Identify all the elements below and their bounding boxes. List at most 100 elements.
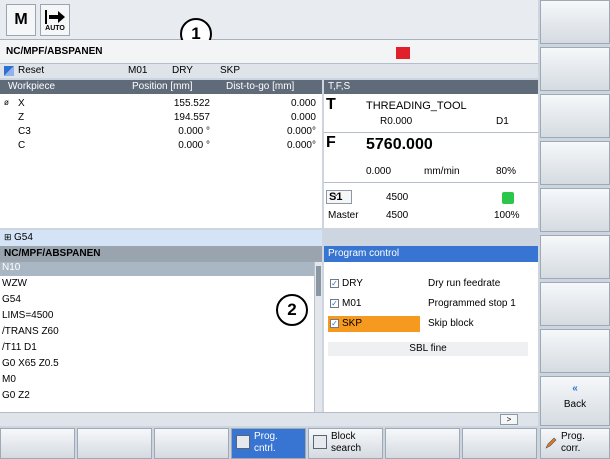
vertical-softkey-5[interactable] bbox=[540, 188, 610, 232]
axis-name: X bbox=[18, 98, 25, 109]
spindle-override: 100% bbox=[494, 210, 520, 221]
tool-label: T bbox=[326, 96, 336, 113]
machine-mode-icon[interactable]: M bbox=[6, 4, 36, 36]
prog-cntrl-label: Prog. cntrl. bbox=[254, 431, 278, 454]
axis-dist-to-go: 0.000 bbox=[290, 112, 316, 123]
option-name: DRY bbox=[342, 278, 363, 289]
program-path-bar: NC/MPF/ABSPANEN bbox=[0, 40, 538, 64]
softkey-h2[interactable] bbox=[77, 428, 152, 459]
program-line[interactable]: N10 bbox=[0, 262, 314, 276]
vertical-softkey-3[interactable] bbox=[540, 94, 610, 138]
status-dry: DRY bbox=[172, 65, 193, 76]
program-header: NC/MPF/ABSPANEN bbox=[0, 246, 322, 262]
feed-unit: mm/min bbox=[424, 166, 460, 177]
program-path-title: NC/MPF/ABSPANEN bbox=[4, 248, 101, 259]
auto-mode-icon[interactable]: AUTO bbox=[40, 4, 70, 36]
tfs-header: T,F,S bbox=[324, 80, 538, 94]
softkey-h6[interactable] bbox=[385, 428, 460, 459]
axis-name: C3 bbox=[18, 126, 31, 137]
top-bar: M AUTO bbox=[0, 0, 538, 40]
vertical-softkey-1[interactable] bbox=[540, 0, 610, 44]
scrollbar-thumb[interactable] bbox=[316, 266, 321, 296]
vertical-softkey-7[interactable] bbox=[540, 282, 610, 326]
program-scrollbar[interactable] bbox=[314, 262, 322, 412]
softkey-h1[interactable] bbox=[0, 428, 75, 459]
program-control-title: Program control bbox=[328, 248, 400, 259]
sbl-fine-field[interactable]: SBL fine bbox=[328, 342, 528, 356]
option-skp[interactable]: ✓ SKP Skip block bbox=[324, 316, 538, 332]
feed-value: 5760.000 bbox=[366, 136, 433, 153]
col-position: Position [mm] bbox=[132, 81, 193, 92]
auto-mode-label: AUTO bbox=[45, 24, 65, 32]
master-value: 4500 bbox=[386, 210, 409, 221]
axis-row[interactable]: ø X 155.522 0.000 bbox=[0, 98, 322, 110]
program-line[interactable]: G0 X65 Z0.5 bbox=[0, 358, 314, 372]
spindle-rotation-icon bbox=[502, 192, 514, 204]
program-control-header: Program control bbox=[324, 246, 538, 262]
axis-position: 155.522 bbox=[173, 98, 210, 109]
program-line[interactable]: WZW bbox=[0, 278, 314, 292]
program-control-panel: ✓ DRY Dry run feedrate ✓ M01 Programmed … bbox=[324, 262, 538, 412]
col-dist-to-go: Dist-to-go [mm] bbox=[226, 81, 295, 92]
hmi-frame: M AUTO 1 NC/MPF/ABSPANEN Reset M01 DRY S… bbox=[0, 0, 610, 459]
alarm-indicator-icon[interactable] bbox=[396, 47, 410, 59]
axis-row[interactable]: C3 0.000 ° 0.000° bbox=[0, 126, 322, 138]
checkbox-skp[interactable]: ✓ bbox=[330, 319, 339, 328]
workpiece-header: Workpiece Position [mm] Dist-to-go [mm] bbox=[0, 80, 322, 94]
program-line[interactable]: /T11 D1 bbox=[0, 342, 314, 356]
vertical-softkey-6[interactable] bbox=[540, 235, 610, 279]
status-reset: Reset bbox=[18, 65, 45, 76]
divider bbox=[324, 132, 538, 133]
tool-d: D1 bbox=[496, 116, 509, 127]
back-label: Back bbox=[563, 399, 587, 410]
checkbox-dry[interactable]: ✓ bbox=[330, 279, 339, 288]
col-workpiece: Workpiece bbox=[8, 81, 56, 92]
axis-name: Z bbox=[18, 112, 25, 123]
program-block-list[interactable]: N10 WZW G54 LIMS=4500 /TRANS Z60 /T11 D1… bbox=[0, 262, 314, 412]
program-line[interactable]: G54 bbox=[0, 294, 314, 308]
work-offset: G54 bbox=[14, 232, 33, 243]
status-skp: SKP bbox=[220, 65, 241, 76]
vertical-softkey-4[interactable] bbox=[540, 141, 610, 185]
program-line[interactable]: M0 bbox=[0, 374, 314, 388]
axis-position: 0.000 ° bbox=[178, 126, 210, 137]
tool-radius: R0.000 bbox=[380, 116, 413, 127]
option-name: M01 bbox=[342, 298, 362, 309]
prog-corr-label: Prog. corr. bbox=[561, 431, 585, 454]
checkbox-m01[interactable]: ✓ bbox=[330, 299, 339, 308]
tool-name: THREADING_TOOL bbox=[366, 100, 467, 112]
horizontal-softkey-bar: Prog. cntrl. Block search Prog. corr. bbox=[0, 428, 610, 459]
prog-corr-button[interactable]: Prog. corr. bbox=[540, 428, 610, 459]
machine-mode-label: M bbox=[14, 11, 28, 28]
back-button[interactable]: « Back bbox=[540, 376, 610, 426]
program-line[interactable]: /TRANS Z60 bbox=[0, 326, 314, 340]
option-desc: Dry run feedrate bbox=[428, 278, 501, 289]
vertical-softkey-8[interactable] bbox=[540, 329, 610, 373]
option-m01[interactable]: ✓ M01 Programmed stop 1 bbox=[324, 296, 538, 312]
chevron-down-icon: · bbox=[335, 191, 338, 200]
vertical-softkey-2[interactable] bbox=[540, 47, 610, 91]
feed-set: 0.000 bbox=[366, 166, 392, 177]
program-line[interactable]: LIMS=4500 bbox=[0, 310, 314, 324]
axis-row[interactable]: Z 194.557 0.000 bbox=[0, 112, 322, 124]
block-search-button[interactable]: Block search bbox=[308, 428, 383, 459]
axis-dist-to-go: 0.000° bbox=[286, 140, 316, 151]
scroll-right-button[interactable]: > bbox=[500, 414, 518, 425]
program-line[interactable]: G0 Z2 bbox=[0, 390, 314, 404]
option-desc: Skip block bbox=[428, 318, 474, 329]
softkey-h3[interactable] bbox=[154, 428, 229, 459]
feed-label: F bbox=[326, 134, 336, 151]
feed-override: 80% bbox=[496, 166, 517, 177]
vertical-softkey-bar: « Back bbox=[540, 0, 610, 426]
prog-cntrl-button[interactable]: Prog. cntrl. bbox=[231, 428, 306, 459]
workpiece-table: ø X 155.522 0.000 Z 194.557 0.000 C3 0.0… bbox=[0, 94, 322, 228]
horizontal-scrollbar[interactable]: > bbox=[0, 412, 538, 426]
softkey-h7[interactable] bbox=[462, 428, 537, 459]
divider bbox=[324, 182, 538, 183]
spindle-select[interactable]: S1 · bbox=[326, 190, 352, 204]
program-control-icon bbox=[236, 435, 250, 449]
program-path: NC/MPF/ABSPANEN bbox=[6, 46, 103, 57]
pencil-icon bbox=[545, 437, 557, 449]
axis-row[interactable]: C 0.000 ° 0.000° bbox=[0, 140, 322, 152]
option-dry[interactable]: ✓ DRY Dry run feedrate bbox=[324, 276, 538, 292]
